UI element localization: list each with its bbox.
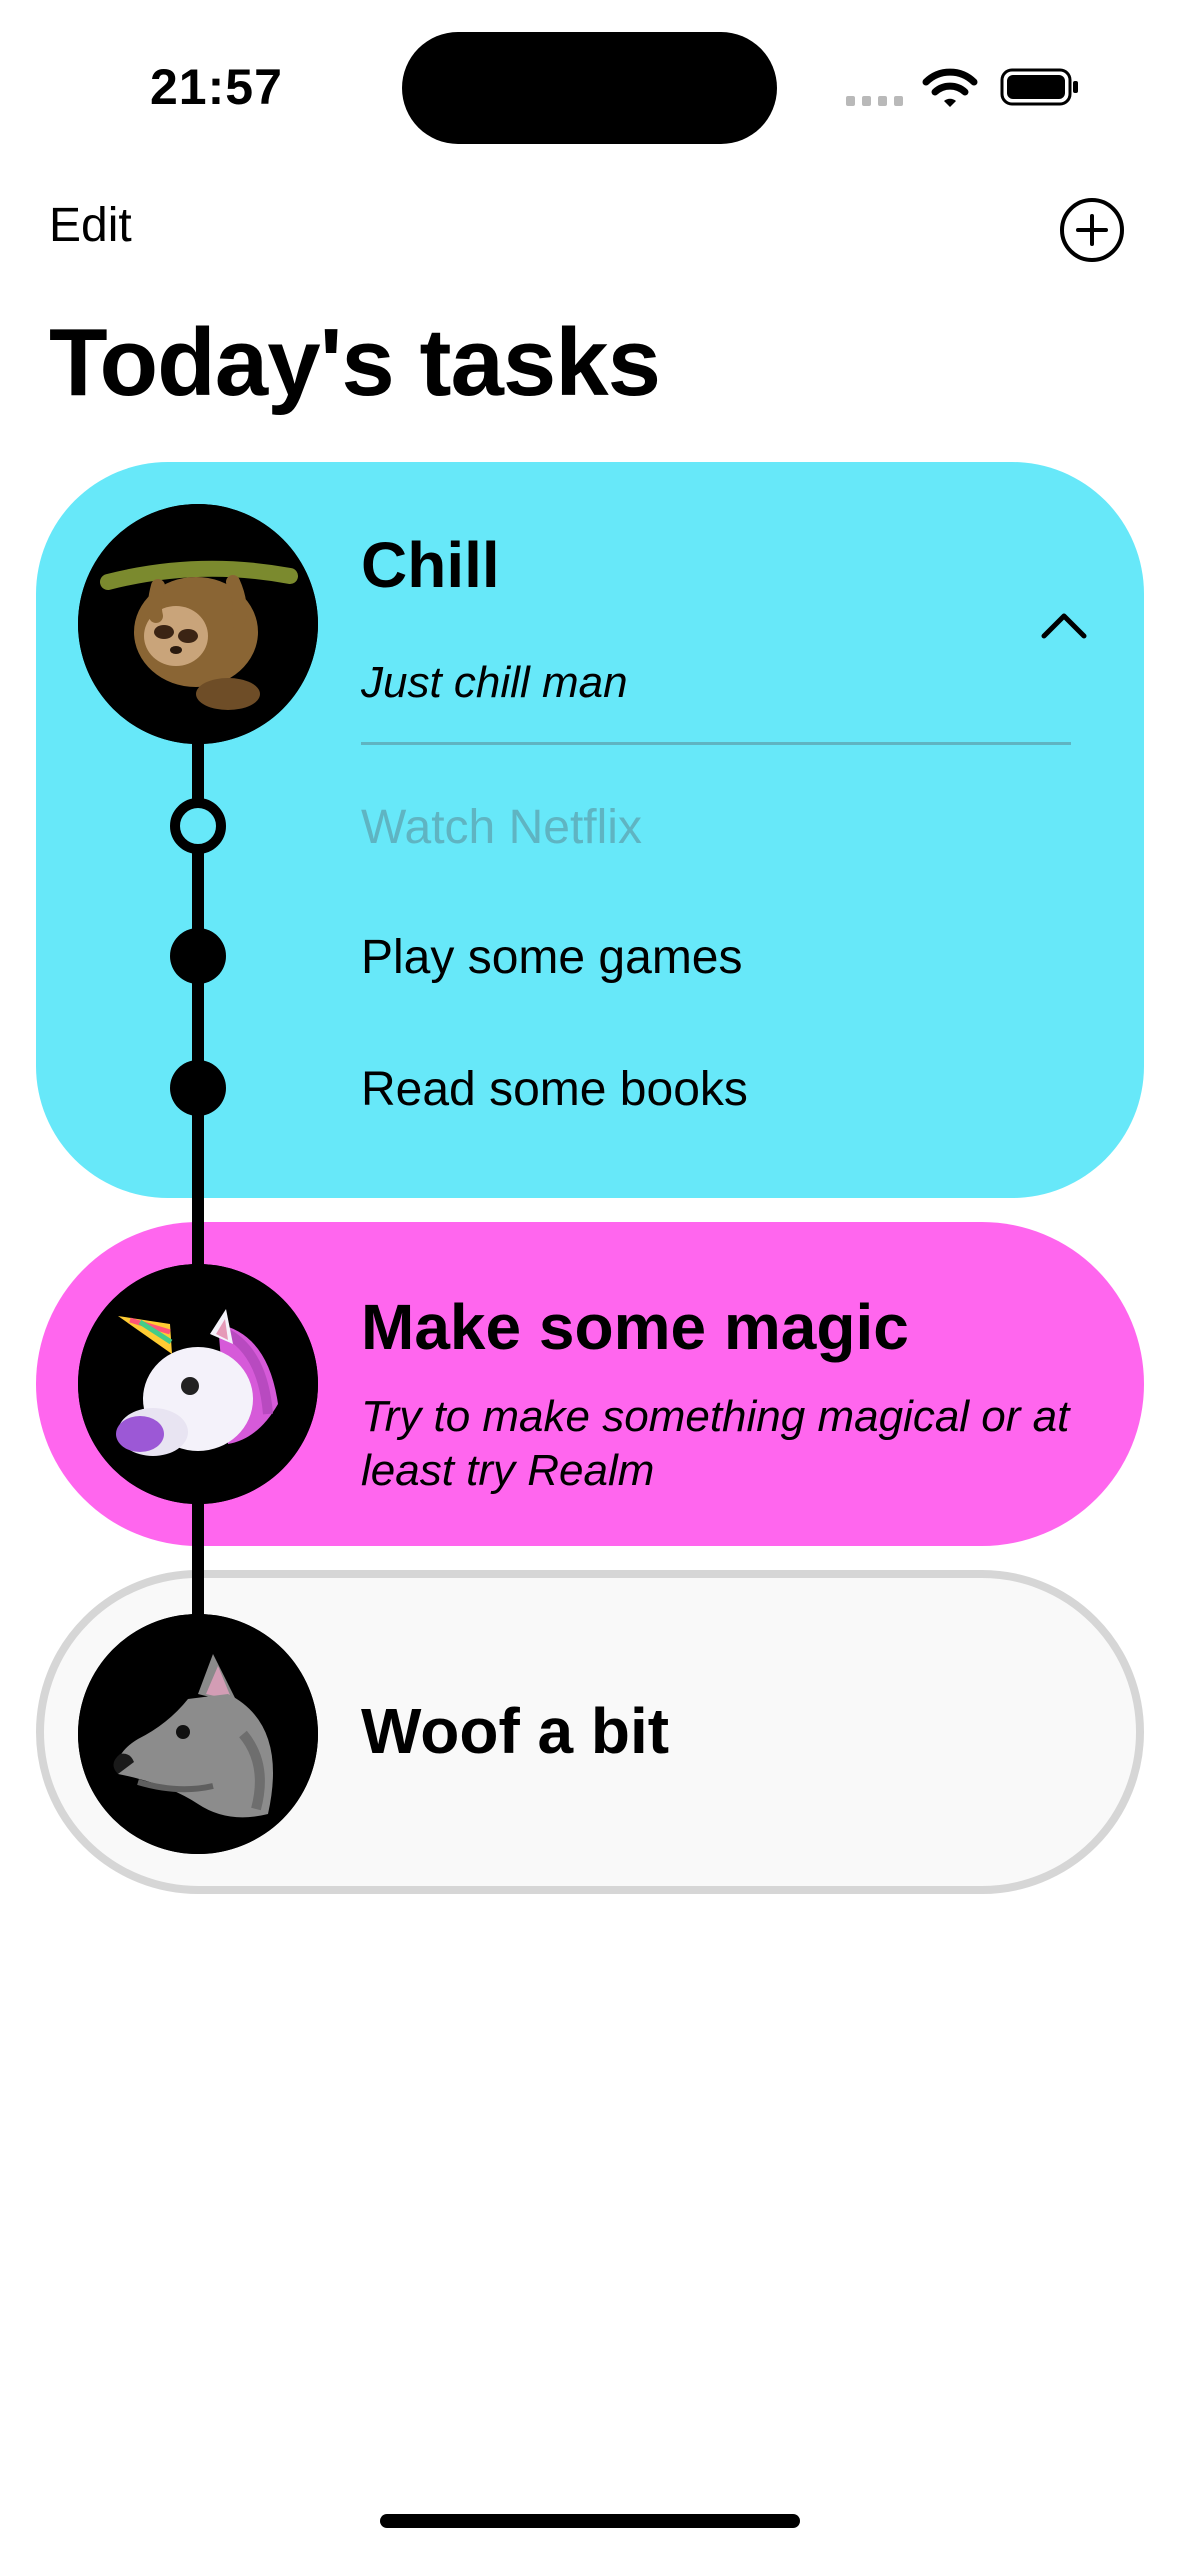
task-subtitle: Try to make something magical or at leas…	[361, 1392, 1070, 1495]
task-title: Woof a bit	[361, 1695, 670, 1767]
wolf-icon	[78, 1614, 318, 1854]
subtask-item[interactable]: Play some games	[361, 930, 743, 985]
sloth-icon	[78, 504, 318, 744]
edit-button[interactable]: Edit	[49, 198, 132, 253]
task-title: Make some magic	[361, 1291, 909, 1363]
chevron-up-icon[interactable]	[1032, 594, 1096, 658]
subtask-status-done[interactable]	[170, 1060, 226, 1116]
home-indicator[interactable]	[380, 2514, 800, 2528]
dynamic-island	[402, 32, 777, 144]
task-title: Chill	[361, 529, 500, 601]
subtask-item[interactable]: Read some books	[361, 1062, 748, 1117]
add-task-button[interactable]	[1058, 196, 1126, 264]
divider	[361, 742, 1071, 745]
subtask-status-open[interactable]	[170, 798, 226, 854]
unicorn-icon	[78, 1264, 318, 1504]
page-title: Today's tasks	[49, 309, 661, 416]
subtask-status-done[interactable]	[170, 928, 226, 984]
wifi-icon	[922, 68, 978, 107]
status-time: 21:57	[150, 59, 283, 115]
subtask-item[interactable]: Watch Netflix	[361, 800, 642, 855]
cellular-signal-icon	[846, 96, 906, 106]
task-subtitle: Just chill man	[361, 658, 628, 707]
battery-icon	[1000, 68, 1078, 106]
